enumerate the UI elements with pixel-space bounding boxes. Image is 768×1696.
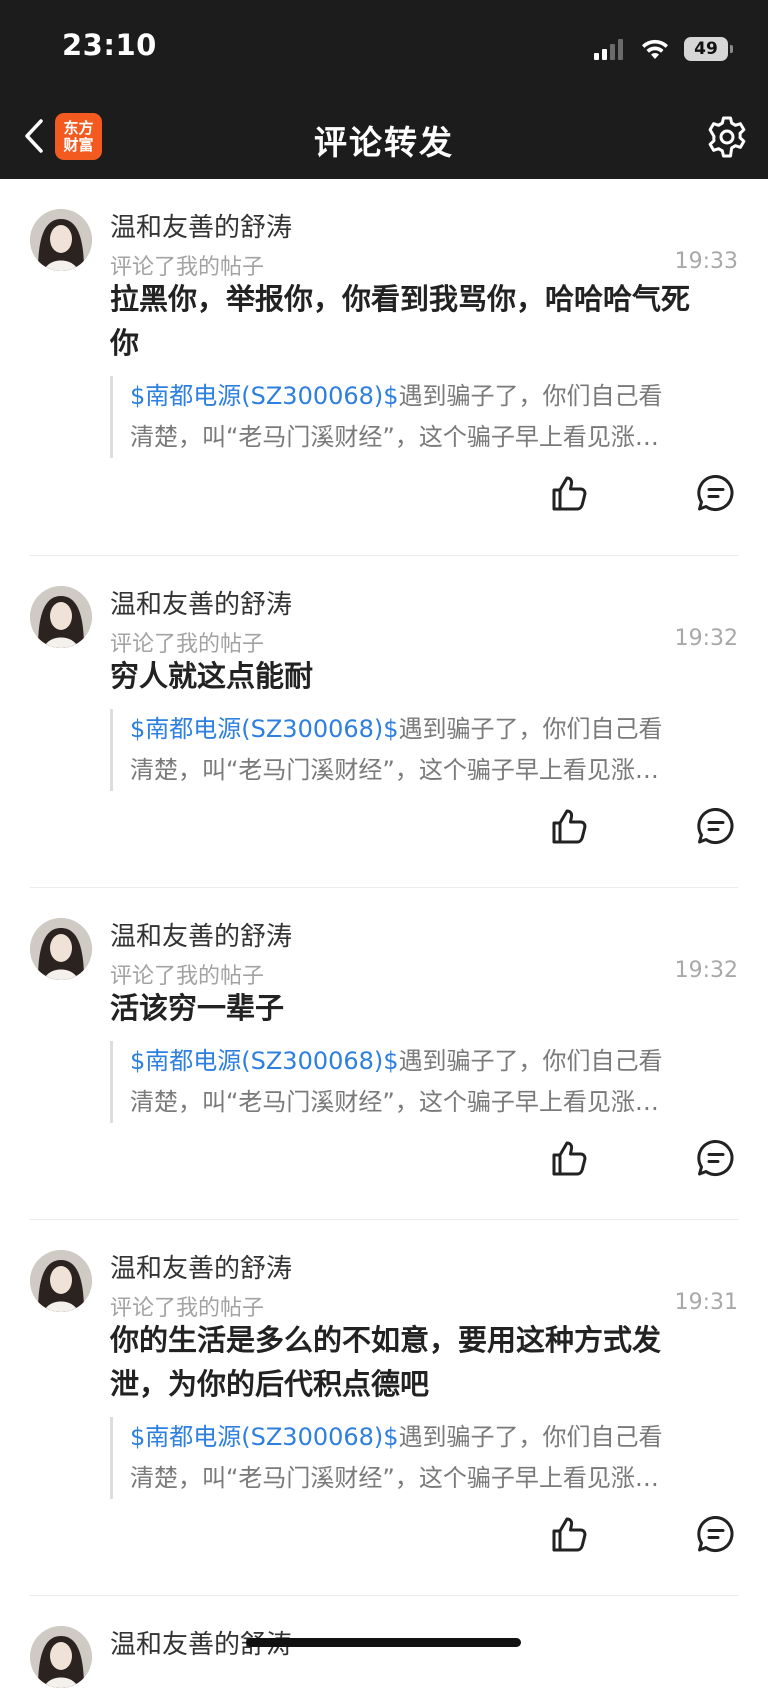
stock-link[interactable]: $南都电源(SZ300068)$ [130,382,399,410]
avatar[interactable] [30,586,92,648]
quoted-post[interactable]: $南都电源(SZ300068)$遇到骗子了，你们自己看 清楚，叫“老马门溪财经”… [110,709,738,791]
stock-link[interactable]: $南都电源(SZ300068)$ [130,715,399,743]
thumbs-up-icon [552,1141,587,1176]
quote-text-line2: 清楚，叫“老马门溪财经”，这个骗子早上看见涨… [130,1088,659,1116]
like-button[interactable] [550,473,590,513]
comment-bubble-icon [697,474,734,511]
comment-item[interactable]: 温和友善的舒涛 评论了我的帖子 19:31 你的生活是多么的不如意，要用这种方式… [30,1220,738,1595]
comment-list: 温和友善的舒涛 评论了我的帖子 19:33 拉黑你，举报你，你看到我骂你，哈哈哈… [0,179,768,1696]
quoted-post[interactable]: $南都电源(SZ300068)$遇到骗子了，你们自己看 清楚，叫“老马门溪财经”… [110,1041,738,1123]
home-indicator[interactable] [246,1638,521,1647]
quoted-post[interactable]: $南都电源(SZ300068)$遇到骗子了，你们自己看 清楚，叫“老马门溪财经”… [110,376,738,458]
page-title: 评论转发 [314,123,454,162]
reply-button[interactable] [696,1514,736,1554]
avatar-image [30,1250,92,1312]
reply-button[interactable] [696,473,736,513]
comment-bubble-icon [697,1515,734,1552]
top-bar: 23:10 49 东方 财富 评论转发 [0,0,768,179]
quote-text-line1: 遇到骗子了，你们自己看 [398,1047,663,1075]
status-icons: 49 [594,34,733,64]
comment-text: 穷人就这点能耐 [110,659,314,693]
quote-text-line2: 清楚，叫“老马门溪财经”，这个骗子早上看见涨… [130,1464,659,1492]
quote-text-line1: 遇到骗子了，你们自己看 [398,715,663,743]
quote-text-line2: 清楚，叫“老马门溪财经”，这个骗子早上看见涨… [130,423,659,451]
username[interactable]: 温和友善的舒涛 [110,1248,292,1285]
quote-text-line1: 遇到骗子了，你们自己看 [398,1423,663,1451]
comment-bubble-icon [697,1139,734,1176]
quote-text-line1: 遇到骗子了，你们自己看 [398,382,663,410]
avatar[interactable] [30,918,92,980]
avatar-image [30,586,92,648]
avatar[interactable] [30,209,92,271]
username[interactable]: 温和友善的舒涛 [110,584,292,621]
thumbs-up-icon [552,1517,587,1552]
stock-link[interactable]: $南都电源(SZ300068)$ [130,1047,399,1075]
avatar[interactable] [30,1626,92,1688]
avatar-image [30,1626,92,1688]
comment-text: 拉黑你，举报你，你看到我骂你，哈哈哈气死你 [110,282,691,360]
like-button[interactable] [550,806,590,846]
quote-text-line2: 清楚，叫“老马门溪财经”，这个骗子早上看见涨… [130,756,659,784]
battery-level: 49 [694,39,718,59]
comment-time: 19:32 [674,958,738,983]
comment-time: 19:33 [674,249,738,274]
comment-time: 19:31 [674,1290,738,1315]
status-time: 23:10 [62,28,157,62]
like-button[interactable] [550,1514,590,1554]
stock-link[interactable]: $南都电源(SZ300068)$ [130,1423,399,1451]
comment-text: 你的生活是多么的不如意，要用这种方式发泄，为你的后代积点德吧 [110,1323,662,1401]
thumbs-up-icon [552,809,587,844]
reply-button[interactable] [696,1138,736,1178]
comment-text: 活该穷一辈子 [110,991,285,1025]
wifi-icon [642,39,668,59]
comment-bubble-icon [697,807,734,844]
nav-bar: 东方 财富 评论转发 [0,100,768,172]
comment-item[interactable]: 温和友善的舒涛 评论了我的帖子 19:32 活该穷一辈子 $南都电源(SZ300… [30,888,738,1219]
comment-item[interactable]: 温和友善的舒涛 评论了我的帖子 19:33 拉黑你，举报你，你看到我骂你，哈哈哈… [30,179,738,555]
comment-item[interactable]: 温和友善的舒涛 评论了我的帖子 19:32 穷人就这点能耐 $南都电源(SZ30… [30,556,738,887]
username[interactable]: 温和友善的舒涛 [110,207,292,244]
settings-button[interactable] [704,114,750,160]
reply-button[interactable] [696,806,736,846]
avatar-image [30,209,92,271]
battery-icon: 49 [684,37,733,61]
thumbs-up-icon [552,476,587,511]
cellular-signal-icon [594,39,623,60]
avatar-image [30,918,92,980]
comment-time: 19:32 [674,626,738,651]
avatar[interactable] [30,1250,92,1312]
quoted-post[interactable]: $南都电源(SZ300068)$遇到骗子了，你们自己看 清楚，叫“老马门溪财经”… [110,1417,738,1499]
username[interactable]: 温和友善的舒涛 [110,916,292,953]
like-button[interactable] [550,1138,590,1178]
gear-icon [708,116,746,158]
